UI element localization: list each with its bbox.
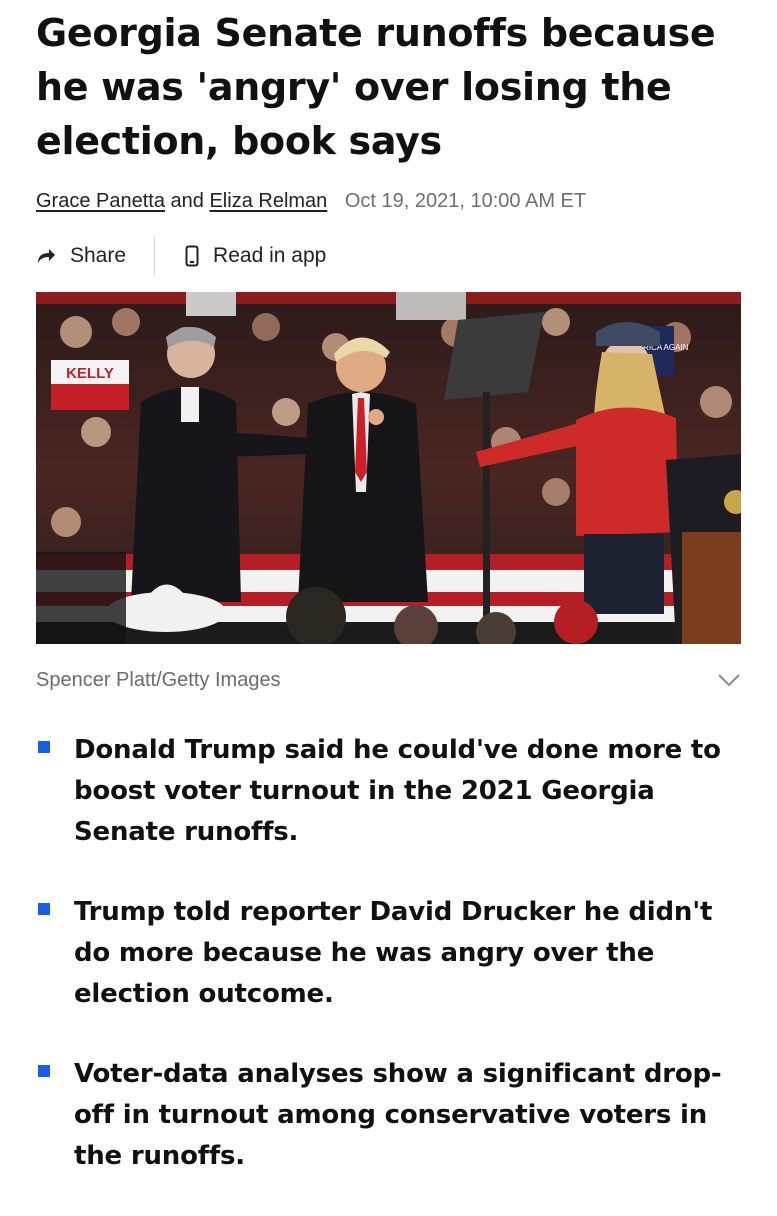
action-divider: [154, 237, 156, 275]
key-points-list: Donald Trump said he could've done more …: [36, 730, 741, 1177]
kelly-sign-text: KELLY: [66, 365, 114, 382]
key-point: Voter-data analyses show a significant d…: [36, 1054, 741, 1177]
author-link[interactable]: Eliza Relman: [209, 190, 327, 212]
headline-line: he was 'angry' over losing the: [36, 65, 672, 109]
share-arrow-icon: [38, 249, 55, 263]
article-actions: Share Read in app: [36, 236, 741, 276]
share-button[interactable]: Share: [36, 244, 126, 268]
byline: Grace Panetta and Eliza Relman Oct 19, 2…: [36, 188, 741, 214]
read-in-app-button[interactable]: Read in app: [185, 244, 326, 268]
headline-line: Georgia Senate runoffs because: [36, 11, 716, 55]
share-label: Share: [70, 244, 127, 267]
key-point: Donald Trump said he could've done more …: [36, 730, 741, 853]
lead-photo[interactable]: KELLY AKE ERICA AGAIN: [36, 292, 741, 644]
headline: Georgia Senate runoffs because he was 'a…: [36, 0, 741, 168]
rally-photo-image: KELLY AKE ERICA AGAIN: [36, 292, 741, 644]
photo-caption-bar: Spencer Platt/Getty Images: [36, 664, 741, 696]
chevron-down-icon[interactable]: [717, 673, 741, 687]
bullet-square-icon: [38, 741, 50, 753]
author-link[interactable]: Grace Panetta: [36, 190, 165, 212]
phone-icon: [185, 245, 199, 267]
read-in-app-label: Read in app: [213, 244, 327, 267]
bullet-square-icon: [38, 903, 50, 915]
headline-line: election, book says: [36, 119, 442, 163]
bullet-square-icon: [38, 1065, 50, 1077]
key-point-text: Voter-data analyses show a significant d…: [74, 1059, 722, 1171]
photo-credit: Spencer Platt/Getty Images: [36, 668, 281, 691]
publish-date: Oct 19, 2021, 10:00 AM ET: [344, 190, 587, 212]
article: Georgia Senate runoffs because he was 'a…: [36, 0, 741, 1216]
key-point: Trump told reporter David Drucker he did…: [36, 892, 741, 1015]
key-point-text: Donald Trump said he could've done more …: [74, 735, 721, 847]
author-joiner: and: [170, 190, 204, 212]
key-point-text: Trump told reporter David Drucker he did…: [74, 897, 713, 1009]
